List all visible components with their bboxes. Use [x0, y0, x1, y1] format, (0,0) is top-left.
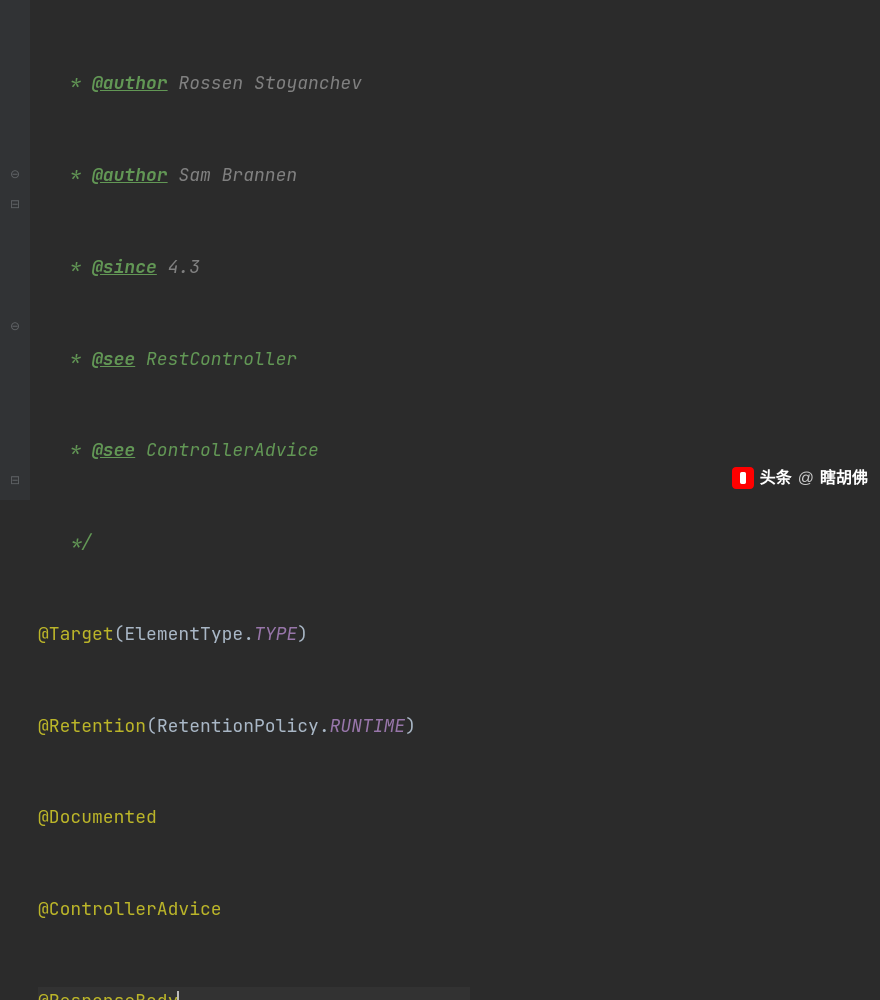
watermark-username: 瞎胡佛 [820, 465, 868, 492]
code-line: */ [38, 528, 470, 559]
fold-marker-open-icon[interactable]: ⊟ [10, 194, 20, 204]
watermark: 头条 @瞎胡佛 [732, 465, 868, 492]
code-line: * @author Rossen Stoyanchev [38, 69, 470, 100]
code-line: * @author Sam Brannen [38, 161, 470, 192]
watermark-at: @ [798, 465, 814, 492]
code-line: @Documented [38, 803, 470, 834]
editor-gutter: ⊖ ⊟ ⊖ ⊟ [0, 0, 30, 500]
code-editor[interactable]: ⊖ ⊟ ⊖ ⊟ * @author Rossen Stoyanchev * @a… [0, 0, 880, 500]
toutiao-logo-icon [732, 467, 754, 489]
code-line: * @see ControllerAdvice [38, 436, 470, 467]
code-line: @Retention(RetentionPolicy.RUNTIME) [38, 712, 470, 743]
code-line: * @see RestController [38, 345, 470, 376]
text-cursor-icon [177, 991, 179, 1000]
watermark-prefix: 头条 [760, 465, 792, 492]
fold-marker-close-icon[interactable]: ⊖ [10, 164, 20, 174]
code-area[interactable]: * @author Rossen Stoyanchev * @author Sa… [30, 0, 470, 500]
code-line: @Target(ElementType.TYPE) [38, 620, 470, 651]
fold-marker-open-icon[interactable]: ⊟ [10, 470, 20, 480]
code-line: @ControllerAdvice [38, 895, 470, 926]
code-line: * @since 4.3 [38, 253, 470, 284]
fold-marker-icon[interactable]: ⊖ [10, 316, 20, 326]
code-line-active: @ResponseBody [38, 987, 470, 1000]
